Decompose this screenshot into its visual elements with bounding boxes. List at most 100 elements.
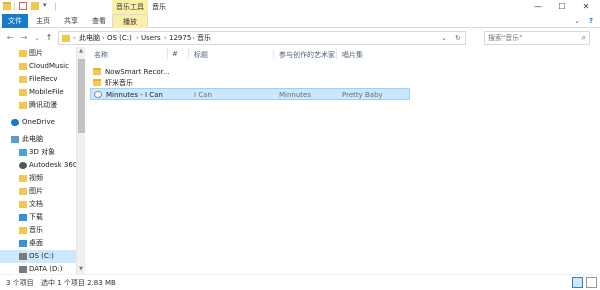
customize-quick-access-icon[interactable]: ▾: [43, 1, 47, 9]
3d-objects-icon: [19, 149, 27, 156]
folder-icon: [19, 76, 27, 83]
sidebar-item-label: Autodesk 360: [29, 161, 78, 169]
sidebar-item-onedrive[interactable]: OneDrive: [0, 116, 76, 129]
file-row-minnutes-i-can[interactable]: Minnutes - I Can I Can Minnutes Pretty B…: [90, 88, 410, 100]
address-dropdown-icon[interactable]: ⌄: [441, 32, 447, 44]
sidebar-item-music[interactable]: 音乐: [0, 224, 76, 237]
music-folder-icon: [62, 35, 70, 42]
column-header-name[interactable]: 名称: [94, 50, 108, 60]
sidebar-item-downloads[interactable]: 下载: [0, 211, 76, 224]
sidebar-scrollbar[interactable]: ▲ ▼: [76, 47, 85, 274]
breadcrumb-12975[interactable]: 12975: [169, 32, 191, 44]
large-icons-view-icon[interactable]: [586, 277, 597, 288]
file-title: I Can: [194, 91, 212, 99]
tab-file[interactable]: 文件: [2, 14, 28, 28]
quick-access-divider: [14, 3, 15, 11]
close-button[interactable]: ✕: [576, 0, 596, 14]
sidebar-item-this-pc[interactable]: 此电脑: [0, 133, 76, 146]
selection-info: 选中 1 个项目 2.83 MB: [41, 279, 116, 287]
sidebar-item-cloudmusic[interactable]: CloudMusic: [0, 60, 76, 73]
downloads-icon: [19, 214, 27, 221]
sidebar-item-label: 此电脑: [22, 135, 43, 143]
recent-locations-button[interactable]: ⌄: [32, 32, 42, 44]
refresh-icon[interactable]: ↻: [455, 32, 461, 44]
back-button[interactable]: ←: [5, 32, 15, 44]
details-view-icon[interactable]: [572, 277, 583, 288]
up-button[interactable]: ↑: [44, 32, 54, 44]
sidebar-item-label: 图片: [29, 187, 43, 195]
sidebar-item-mobilefile[interactable]: MobileFile: [0, 86, 76, 99]
column-divider[interactable]: [336, 49, 337, 59]
new-folder-icon[interactable]: [31, 2, 39, 10]
minimize-button[interactable]: —: [528, 0, 548, 14]
onedrive-icon: [11, 119, 19, 126]
sidebar-item-pictures-pinned[interactable]: 图片: [0, 47, 76, 60]
properties-icon[interactable]: [19, 2, 27, 10]
breadcrumb-separator: ›: [136, 34, 139, 42]
tab-home[interactable]: 主页: [30, 14, 56, 28]
breadcrumb-music[interactable]: 音乐: [197, 32, 211, 44]
sidebar-item-os-c[interactable]: OS (C:): [0, 250, 76, 263]
column-header-artist[interactable]: 参与创作的艺术家: [279, 50, 335, 60]
column-header-album[interactable]: 唱片集: [342, 50, 363, 60]
drive-icon: [19, 266, 27, 273]
music-file-icon: [94, 91, 102, 98]
sidebar-item-label: 下载: [29, 213, 43, 221]
navigation-pane: 图片 CloudMusic FileRecv MobileFile 腾讯动漫 O…: [0, 47, 85, 274]
folder-icon: [93, 68, 101, 75]
file-name: Minnutes - I Can: [106, 91, 163, 99]
sidebar-item-label: 桌面: [29, 239, 43, 247]
tab-view[interactable]: 查看: [86, 14, 112, 28]
breadcrumb-separator: ›: [192, 34, 195, 42]
scroll-up-arrow-icon[interactable]: ▲: [77, 48, 85, 54]
sidebar-item-label: 图片: [29, 49, 43, 57]
search-icon[interactable]: ⌕: [582, 32, 586, 44]
column-divider[interactable]: [188, 49, 189, 59]
file-artist: Minnutes: [279, 91, 311, 99]
forward-button[interactable]: →: [19, 32, 29, 44]
drive-icon: [19, 253, 27, 260]
expand-ribbon-chevron-icon[interactable]: ⌄: [572, 15, 582, 27]
breadcrumb-users[interactable]: Users: [141, 32, 161, 44]
search-input[interactable]: [485, 32, 573, 44]
file-album: Pretty Baby: [342, 91, 383, 99]
scrollbar-thumb[interactable]: [78, 59, 85, 133]
tab-play[interactable]: 播放: [112, 14, 148, 28]
sidebar-item-label: 3D 对象: [29, 148, 56, 156]
column-divider[interactable]: [167, 49, 168, 59]
sidebar-item-label: 音乐: [29, 226, 43, 234]
sidebar-item-label: MobileFile: [29, 88, 64, 96]
column-divider[interactable]: [273, 49, 274, 59]
help-icon[interactable]: ?: [586, 15, 596, 27]
tab-share[interactable]: 共享: [58, 14, 84, 28]
breadcrumb-os-c[interactable]: OS (C:): [107, 32, 132, 44]
sidebar-item-label: 文档: [29, 200, 43, 208]
sidebar-item-3d-objects[interactable]: 3D 对象: [0, 146, 76, 159]
column-header-track[interactable]: #: [172, 50, 178, 58]
sidebar-item-documents[interactable]: 文档: [0, 198, 76, 211]
music-icon: [19, 227, 27, 234]
file-list: 名称 # 标题 参与创作的艺术家 唱片集 NowSmart Recor... 虾…: [85, 47, 600, 274]
column-header-title[interactable]: 标题: [194, 50, 208, 60]
sidebar-item-tencent-comics[interactable]: 腾讯动漫: [0, 99, 76, 112]
item-count: 3 个项目: [6, 279, 34, 287]
folder-icon: [19, 63, 27, 70]
sidebar-item-label: FileRecv: [29, 75, 58, 83]
videos-icon: [19, 175, 27, 182]
sidebar-item-videos[interactable]: 视频: [0, 172, 76, 185]
sidebar-item-pictures[interactable]: 图片: [0, 185, 76, 198]
sidebar-item-label: DATA (D:): [29, 265, 63, 273]
computer-icon: [11, 136, 19, 143]
title-bar: ▾: [0, 0, 600, 14]
sidebar-item-autodesk-360[interactable]: Autodesk 360: [0, 159, 78, 172]
sidebar-item-filerecv[interactable]: FileRecv: [0, 73, 76, 86]
breadcrumb-separator: ›: [102, 34, 105, 42]
search-box[interactable]: ⌕: [484, 31, 590, 45]
title-divider: [55, 3, 56, 11]
address-bar[interactable]: › 此电脑 › OS (C:) › Users › 12975 › 音乐 ⌄ ↻: [58, 31, 466, 45]
scroll-down-arrow-icon[interactable]: ▼: [77, 266, 85, 272]
sidebar-item-data-d[interactable]: DATA (D:): [0, 263, 76, 274]
breadcrumb-this-pc[interactable]: 此电脑: [79, 32, 100, 44]
maximize-button[interactable]: ☐: [552, 0, 572, 14]
sidebar-item-desktop[interactable]: 桌面: [0, 237, 76, 250]
